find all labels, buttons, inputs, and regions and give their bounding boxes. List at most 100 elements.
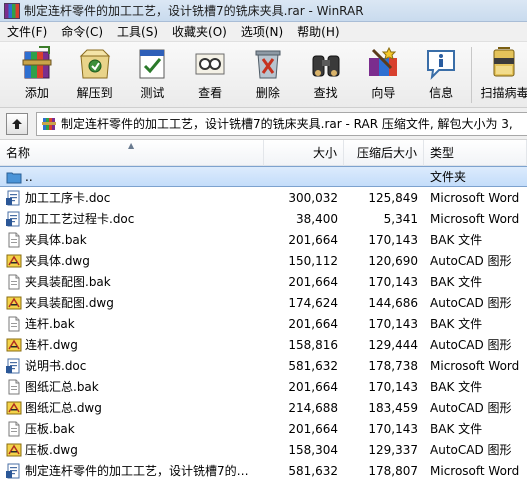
file-size: 158,816 — [288, 337, 338, 352]
virus-scan-icon — [493, 47, 515, 77]
extract-label: 解压到 — [76, 86, 113, 100]
file-size: 158,304 — [288, 442, 338, 457]
info-button[interactable]: 信息 — [419, 42, 463, 107]
find-button[interactable]: 查找 — [304, 42, 348, 107]
file-row[interactable]: 加工工艺过程卡.doc 38,400 5,341 Microsoft Word — [0, 208, 527, 229]
menu-bar: 文件(F) 命令(C) 工具(S) 收藏夹(O) 选项(N) 帮助(H) — [0, 22, 527, 42]
menu-tools[interactable]: 工具(S) — [110, 22, 165, 42]
file-row[interactable]: 连杆.dwg 158,816 129,444 AutoCAD 图形 — [0, 334, 527, 355]
parent-folder-name: .. — [25, 169, 33, 184]
dwg-file-icon — [6, 338, 22, 351]
wizard-icon — [369, 46, 398, 76]
file-row[interactable]: 说明书.doc 581,632 178,738 Microsoft Word — [0, 355, 527, 376]
title-bar: 制定连杆零件的加工工艺，设计铣槽7的铣床夹具.rar - WinRAR — [0, 0, 527, 22]
word-document-icon — [6, 358, 20, 373]
dwg-file-icon — [6, 401, 22, 414]
file-packed-size: 129,337 — [368, 442, 418, 457]
file-name: 夹具体.bak — [25, 233, 87, 247]
file-row[interactable]: 图纸汇总.bak 201,664 170,143 BAK 文件 — [0, 376, 527, 397]
file-name: 连杆.bak — [25, 317, 75, 331]
view-label: 查看 — [198, 86, 223, 100]
file-name: 图纸汇总.bak — [25, 380, 99, 394]
view-button[interactable]: 查看 — [188, 42, 232, 107]
file-packed-size: 170,143 — [368, 379, 418, 394]
file-type: AutoCAD 图形 — [430, 443, 512, 457]
file-row[interactable]: 制定连杆零件的加工工艺，设计铣槽7的铣... 581,632 178,807 Micr… — [0, 460, 527, 481]
menu-help[interactable]: 帮助(H) — [290, 22, 346, 42]
test-button[interactable]: 测试 — [131, 42, 175, 107]
file-packed-size: 170,143 — [368, 421, 418, 436]
menu-file[interactable]: 文件(F) — [0, 22, 54, 42]
file-row[interactable]: 图纸汇总.dwg 214,688 183,459 AutoCAD 图形 — [0, 397, 527, 418]
file-type: AutoCAD 图形 — [430, 401, 512, 415]
file-name: 夹具装配图.dwg — [25, 296, 114, 310]
bak-file-icon — [8, 274, 20, 289]
archive-path-text: 制定连杆零件的加工工艺，设计铣槽7的铣床夹具.rar - RAR 压缩文件, 解… — [61, 117, 513, 131]
file-row[interactable]: 夹具体.bak 201,664 170,143 BAK 文件 — [0, 229, 527, 250]
file-type: BAK 文件 — [430, 233, 483, 247]
up-arrow-icon — [12, 118, 22, 129]
test-label: 测试 — [140, 86, 165, 100]
file-row[interactable]: 加工工序卡.doc 300,032 125,849 Microsoft Word — [0, 187, 527, 208]
dwg-file-icon — [6, 443, 22, 456]
file-size: 201,664 — [288, 379, 338, 394]
extract-button[interactable]: 解压到 — [73, 42, 117, 107]
menu-commands[interactable]: 命令(C) — [54, 22, 110, 42]
file-size: 150,112 — [288, 253, 338, 268]
file-name: 制定连杆零件的加工工艺，设计铣槽7的铣... — [25, 464, 258, 478]
file-name: 图纸汇总.dwg — [25, 401, 102, 415]
delete-button[interactable]: 删除 — [246, 42, 290, 107]
up-folder-button[interactable] — [6, 112, 28, 135]
file-row[interactable]: 夹具装配图.dwg 174,624 144,686 AutoCAD 图形 — [0, 292, 527, 313]
file-type: Microsoft Word — [430, 190, 520, 205]
rar-archive-icon — [42, 117, 56, 130]
file-row[interactable]: 压板.dwg 158,304 129,337 AutoCAD 图形 — [0, 439, 527, 460]
virus-scan-label: 扫描病毒 — [480, 86, 527, 100]
archive-path-field[interactable]: 制定连杆零件的加工工艺，设计铣槽7的铣床夹具.rar - RAR 压缩文件, 解… — [36, 111, 527, 136]
add-icon — [22, 46, 52, 79]
info-icon — [427, 50, 456, 80]
file-type: BAK 文件 — [430, 422, 483, 436]
window-title: 制定连杆零件的加工工艺，设计铣槽7的铣床夹具.rar - WinRAR — [24, 4, 364, 18]
bak-file-icon — [8, 421, 20, 436]
delete-icon — [255, 50, 281, 79]
file-size: 300,032 — [288, 190, 338, 205]
column-packed[interactable]: 压缩后大小 — [344, 140, 424, 166]
virus-scan-button[interactable]: 扫描病毒 — [480, 42, 527, 107]
menu-favorites[interactable]: 收藏夹(O) — [165, 22, 234, 42]
file-name: 夹具体.dwg — [25, 254, 90, 268]
parent-folder-row[interactable]: .. 文件夹 — [0, 166, 527, 187]
file-size: 38,400 — [296, 211, 338, 226]
file-type: Microsoft Word — [430, 463, 520, 478]
toolbar-separator — [471, 47, 472, 103]
test-icon — [139, 49, 165, 79]
file-row[interactable]: 连杆.bak 201,664 170,143 BAK 文件 — [0, 313, 527, 334]
delete-label: 删除 — [255, 86, 280, 100]
file-packed-size: 170,143 — [368, 232, 418, 247]
file-size: 201,664 — [288, 421, 338, 436]
file-row[interactable]: 夹具装配图.bak 201,664 170,143 BAK 文件 — [0, 271, 527, 292]
dwg-file-icon — [6, 254, 22, 267]
file-size: 581,632 — [288, 463, 338, 478]
folder-icon — [6, 172, 22, 183]
menu-options[interactable]: 选项(N) — [234, 22, 290, 42]
column-size[interactable]: 大小 — [264, 140, 344, 166]
winrar-app-icon[interactable] — [4, 2, 20, 19]
file-packed-size: 129,444 — [368, 337, 418, 352]
file-row[interactable]: 压板.bak 201,664 170,143 BAK 文件 — [0, 418, 527, 439]
column-type[interactable]: 类型 — [424, 140, 527, 166]
view-icon — [195, 53, 225, 75]
add-button[interactable]: 添加 — [15, 42, 59, 107]
wizard-button[interactable]: 向导 — [362, 42, 406, 107]
file-type: BAK 文件 — [430, 380, 483, 394]
word-document-icon — [6, 211, 20, 226]
file-packed-size: 178,807 — [368, 463, 418, 478]
word-document-icon — [6, 190, 20, 205]
file-packed-size: 183,459 — [368, 400, 418, 415]
file-row[interactable]: 夹具体.dwg 150,112 120,690 AutoCAD 图形 — [0, 250, 527, 271]
file-size: 201,664 — [288, 316, 338, 331]
file-name: 夹具装配图.bak — [25, 275, 111, 289]
file-name: 压板.dwg — [25, 443, 78, 457]
file-packed-size: 178,738 — [368, 358, 418, 373]
toolbar: 添加 解压到 测试 查看 删除 查找 向导 信息 扫描病毒 — [0, 42, 527, 108]
